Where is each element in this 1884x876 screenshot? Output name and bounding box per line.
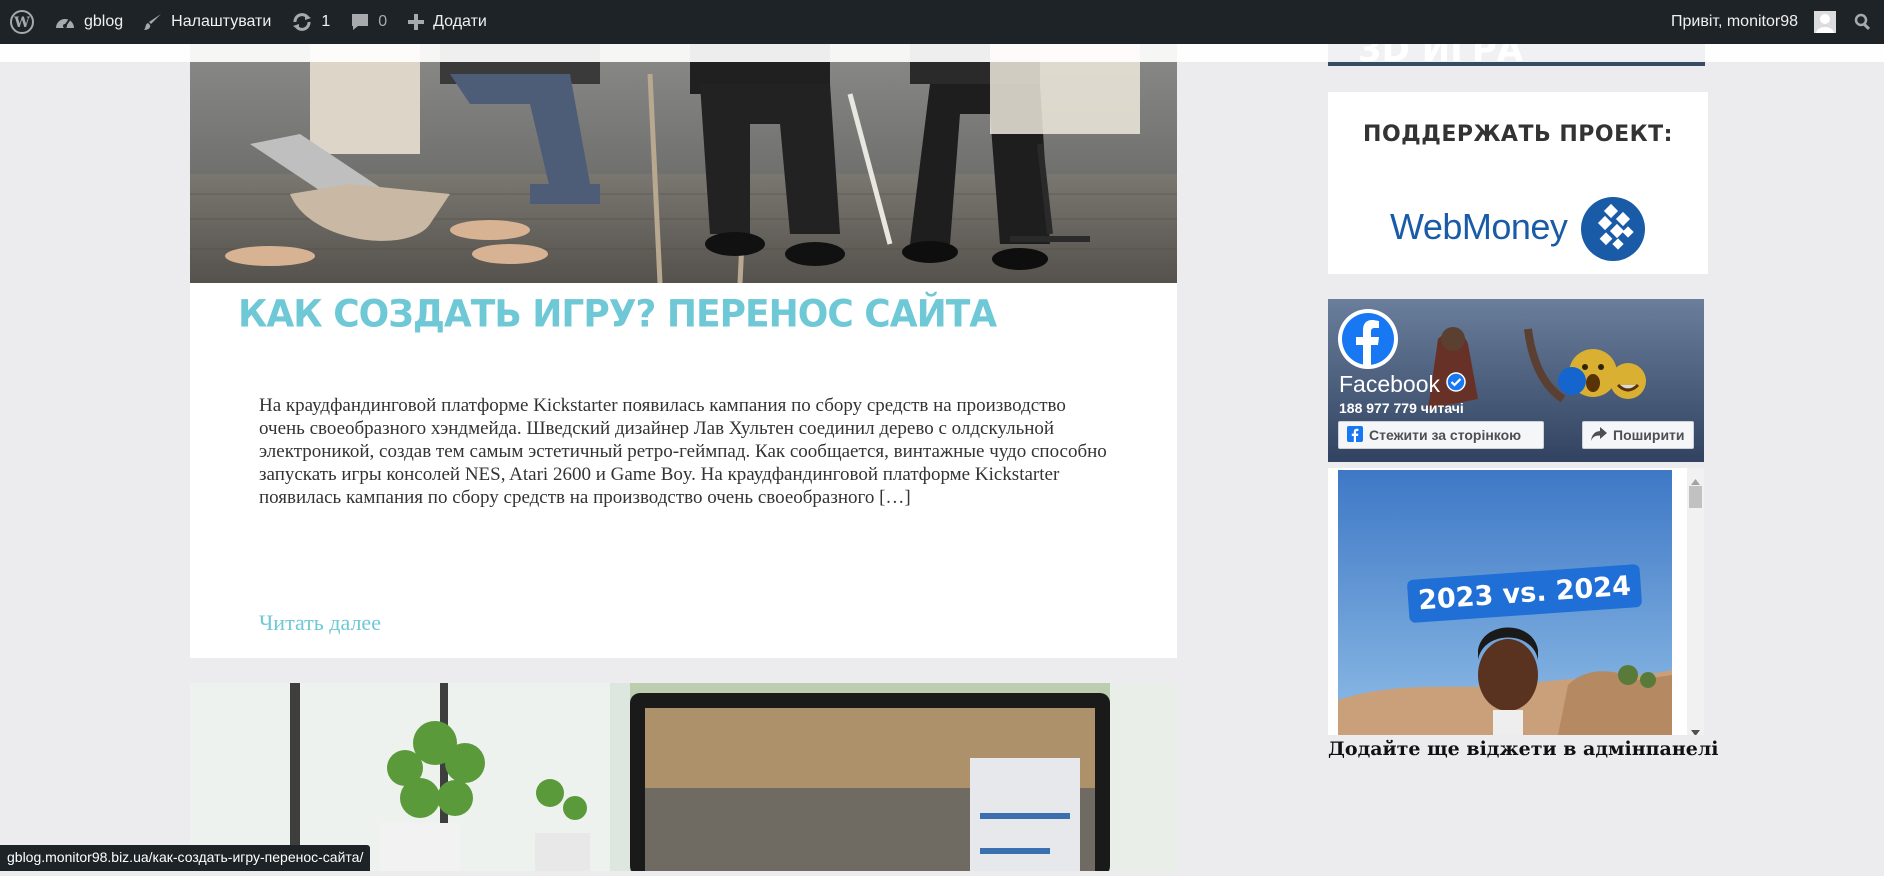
share-button[interactable]: Поширити	[1582, 421, 1694, 449]
support-widget: Поддержать проект: WebMoney	[1328, 92, 1708, 274]
feed-post-image[interactable]: 2023 vs. 2024	[1338, 470, 1672, 735]
updates-icon	[291, 12, 313, 32]
search-icon	[1854, 13, 1872, 31]
status-bar-url: gblog.monitor98.biz.ua/как-создать-игру-…	[0, 845, 371, 871]
facebook-small-icon	[1347, 425, 1363, 445]
scroll-thumb[interactable]	[1689, 486, 1702, 508]
add-new-menu[interactable]: Додати	[397, 0, 497, 44]
updates-link[interactable]: 1	[281, 0, 340, 44]
bottom-edge	[0, 871, 1884, 876]
admin-bar: W gblog Налаштувати 1 0 Додати Привіт, m…	[0, 0, 1884, 44]
brush-icon	[143, 12, 163, 32]
facebook-name-row: Facebook	[1339, 371, 1466, 398]
site-name-menu[interactable]: gblog	[44, 0, 133, 44]
comments-link[interactable]: 0	[340, 0, 397, 44]
updates-count: 1	[321, 13, 331, 30]
avatar	[1814, 11, 1836, 33]
customize-label: Налаштувати	[171, 13, 272, 30]
account-menu[interactable]: Привіт, monitor98	[1661, 0, 1836, 44]
post-title[interactable]: Как создать игру? Перенос сайта	[238, 293, 997, 336]
svg-text:W: W	[13, 15, 30, 31]
facebook-logo-icon	[1338, 309, 1398, 369]
share-label: Поширити	[1613, 427, 1685, 443]
feed-scrollbar[interactable]	[1687, 468, 1704, 735]
site-name: gblog	[84, 13, 124, 30]
post-excerpt: На краудфандинговой платформе Kickstarte…	[259, 395, 1107, 508]
greeting: Привіт, monitor98	[1671, 13, 1798, 30]
follow-label: Стежити за сторінкою	[1369, 427, 1522, 443]
site-header-strip	[0, 44, 1884, 62]
facebook-page-name[interactable]: Facebook	[1339, 371, 1440, 398]
post-thumbnail[interactable]	[190, 44, 1177, 283]
wordpress-logo-icon: W	[10, 10, 34, 34]
support-title: Поддержать проект:	[1363, 122, 1673, 147]
scroll-down-arrow-icon[interactable]	[1691, 723, 1700, 735]
plus-icon	[407, 13, 425, 31]
follow-page-button[interactable]: Стежити за сторінкою	[1338, 421, 1544, 449]
comments-count: 0	[378, 13, 388, 30]
facebook-feed[interactable]: 2023 vs. 2024	[1328, 468, 1704, 735]
facebook-followers: 188 977 779 читачі	[1339, 400, 1464, 416]
webmoney-label[interactable]: WebMoney	[1390, 206, 1568, 248]
verified-badge-icon	[1446, 371, 1466, 398]
customize-link[interactable]: Налаштувати	[133, 0, 281, 44]
share-icon	[1591, 426, 1607, 444]
comment-icon	[350, 12, 370, 32]
webmoney-globe-icon[interactable]	[1580, 196, 1646, 267]
add-new-label: Додати	[433, 13, 487, 30]
widgets-note: Додайте ще віджети в адмінпанелі	[1328, 738, 1719, 760]
post-card: Как создать игру? Перенос сайта На крауд…	[190, 44, 1177, 658]
dashboard-icon	[54, 12, 76, 32]
wordpress-menu[interactable]: W	[0, 0, 44, 44]
search-button[interactable]	[1836, 0, 1884, 44]
facebook-page-widget[interactable]: Facebook 188 977 779 читачі Стежити за с…	[1328, 299, 1704, 462]
read-more-link[interactable]: Читать далее	[259, 610, 381, 636]
